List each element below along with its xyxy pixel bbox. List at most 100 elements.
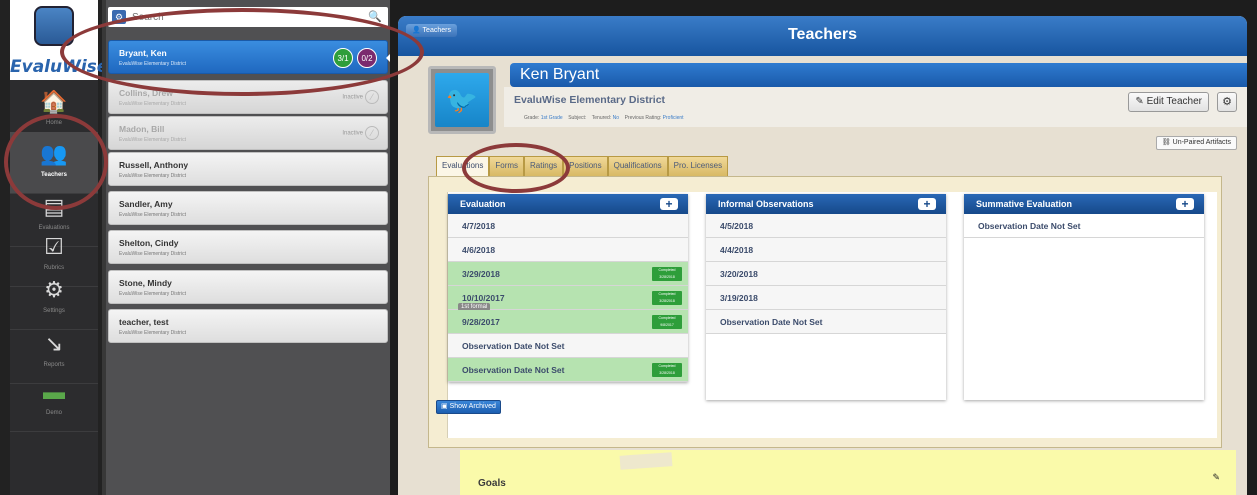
nav-label: Home (45, 120, 62, 126)
nav-label: Settings (43, 308, 65, 314)
evaluation-date: Observation Date Not Set (462, 365, 565, 375)
unpaired-artifacts-button[interactable]: ⛓ Un-Paired Artifacts (1155, 136, 1237, 150)
evaluation-date: 10/10/2017 (462, 293, 505, 303)
teacher-row-collins[interactable]: Collins, Drew EvaluWise Elementary Distr… (108, 80, 388, 114)
pencil-icon: ✎ (1135, 96, 1144, 107)
nav-item-settings[interactable]: ⚙ Settings (10, 268, 98, 330)
evaluation-date: 3/29/2018 (462, 269, 500, 279)
teacher-district: EvaluWise Elementary District (119, 61, 186, 67)
gear-icon: ⚙ (1222, 96, 1232, 108)
add-observation-button[interactable]: + (918, 198, 936, 210)
inactive-icon: ⁄ (365, 126, 379, 140)
inactive-label: Inactive (342, 94, 363, 101)
add-summative-button[interactable]: + (1176, 198, 1194, 210)
evaluation-row[interactable]: 9/28/2017 Completed 9/8/2017 (448, 310, 688, 334)
teacher-name: teacher, test (119, 317, 169, 327)
teacher-row-madon[interactable]: Madon, Bill EvaluWise Elementary Distric… (108, 116, 388, 150)
evaluation-row[interactable]: 10/10/2017 1st formal Completed 3/28/2018 (448, 286, 688, 311)
settings-button[interactable]: ⚙ (1217, 92, 1237, 112)
nav-item-demo[interactable]: ▬ Demo (10, 370, 98, 432)
search-icon[interactable]: 🔍 (368, 10, 382, 23)
tenured-label: Tenured: (591, 115, 612, 121)
observation-date: 4/5/2018 (720, 221, 754, 231)
teacher-row-stone[interactable]: Stone, Mindy EvaluWise Elementary Distri… (108, 270, 388, 304)
inactive-tag: Inactive ⁄ (342, 90, 379, 104)
teacher-name: Russell, Anthony (119, 160, 189, 170)
tab-ratings[interactable]: Ratings (524, 156, 564, 176)
teachers-icon: 👥 (40, 141, 68, 166)
show-archived-button[interactable]: ▣ Show Archived (436, 400, 501, 414)
teacher-row-test[interactable]: teacher, test EvaluWise Elementary Distr… (108, 309, 388, 343)
column-title: Informal Observations (718, 199, 814, 209)
rubrics-icon: ☑ (44, 234, 64, 259)
teacher-district: EvaluWise Elementary District (119, 137, 186, 143)
reports-icon: ↘ (44, 331, 64, 356)
teacher-district: EvaluWise Elementary District (119, 291, 186, 297)
pencil-icon[interactable]: ✎ (1212, 472, 1220, 483)
tab-evaluations[interactable]: Evaluations (436, 156, 490, 176)
nav-label: Teachers (41, 172, 67, 178)
evaluation-row[interactable]: 3/29/2018 Completed 3/28/2018 (448, 262, 688, 286)
show-archived-label: Show Archived (449, 403, 496, 410)
tab-positions[interactable]: Positions (563, 156, 608, 176)
evaluation-row[interactable]: 4/7/2018 (448, 214, 688, 238)
inactive-tag: Inactive ⁄ (342, 126, 379, 140)
tab-content: Evaluation + 4/7/2018 4/6/2018 3/29/2018 C… (428, 176, 1222, 448)
observation-row[interactable]: 4/5/2018 (706, 214, 946, 238)
teacher-district: EvaluWise Elementary District (119, 251, 186, 257)
bird-icon: 🐦 (435, 73, 489, 127)
summative-date: Observation Date Not Set (978, 221, 1081, 231)
evaluation-date: 4/6/2018 (462, 245, 496, 255)
observation-row[interactable]: Observation Date Not Set (706, 310, 946, 334)
status-badge: 3/1 (333, 48, 353, 68)
teacher-name: Stone, Mindy (119, 278, 172, 288)
tenured-value: No (612, 115, 620, 121)
tab-forms[interactable]: Forms (489, 156, 525, 176)
evaluation-column: Evaluation + 4/7/2018 4/6/2018 3/29/2018 C… (448, 194, 688, 382)
completed-badge: Completed 3/28/2018 (652, 363, 682, 377)
archive-icon: ▣ (441, 403, 448, 410)
home-icon: 🏠 (40, 89, 68, 114)
grade-label: Grade: (524, 115, 540, 121)
tab-pro-licenses[interactable]: Pro. Licenses (667, 156, 729, 176)
evaluation-row[interactable]: Observation Date Not Set Completed 3/28/2… (448, 358, 688, 382)
evaluations-icon: ▤ (43, 194, 65, 219)
gear-icon[interactable]: ⚙ (112, 10, 126, 24)
tab-qualifications[interactable]: Qualifications (607, 156, 668, 176)
completed-badge: Completed 3/28/2018 (652, 291, 682, 305)
logo: EvaluWise (10, 0, 108, 80)
teacher-row-russell[interactable]: Russell, Anthony EvaluWise Elementary Di… (108, 152, 388, 186)
column-header: Summative Evaluation + (964, 194, 1204, 214)
evaluation-row[interactable]: 4/6/2018 (448, 238, 688, 262)
teacher-detail-panel: 👤 Teachers Teachers 🐦 Ken Bryant EvaluWi… (398, 16, 1247, 495)
observation-row[interactable]: 3/20/2018 (706, 262, 946, 286)
column-title: Evaluation (460, 199, 506, 209)
add-evaluation-button[interactable]: + (660, 198, 678, 210)
evaluation-row[interactable]: Observation Date Not Set (448, 334, 688, 358)
status-badge: 0/2 (357, 48, 377, 68)
rating-label: Previous Rating: (624, 115, 662, 121)
observation-date: 4/4/2018 (720, 245, 754, 255)
edit-label: Edit Teacher (1146, 96, 1202, 107)
nav-label: Demo (45, 410, 62, 416)
teacher-name: Madon, Bill (119, 124, 165, 134)
teacher-row-bryant[interactable]: Bryant, Ken EvaluWise Elementary Distric… (108, 40, 393, 74)
search-input[interactable] (132, 9, 352, 25)
tab-bar: Evaluations Forms Ratings Positions Qualific… (436, 156, 729, 176)
teacher-name: Sandler, Amy (119, 199, 173, 209)
teacher-row-sandler[interactable]: Sandler, Amy EvaluWise Elementary Distri… (108, 191, 388, 225)
inactive-icon: ⁄ (365, 90, 379, 104)
teacher-meta: Grade: 1st Grade Subject: Tenured: No Pr… (524, 115, 684, 121)
observation-date: Observation Date Not Set (720, 317, 823, 327)
observation-row[interactable]: 4/4/2018 (706, 238, 946, 262)
edit-teacher-button[interactable]: ✎ Edit Teacher (1128, 92, 1209, 112)
nav-label: Reports (43, 362, 65, 368)
teacher-row-shelton[interactable]: Shelton, Cindy EvaluWise Elementary Dist… (108, 230, 388, 264)
teacher-name-bar: Ken Bryant (510, 63, 1247, 87)
summative-row[interactable]: Observation Date Not Set (964, 214, 1204, 238)
app-window: EvaluWise 🏠 Home 👥 Teachers ▤ Evaluation… (0, 0, 1257, 495)
main-area: 👤 Teachers Teachers 🐦 Ken Bryant EvaluWi… (390, 0, 1257, 495)
completed-badge: Completed 9/8/2017 (652, 315, 682, 329)
goals-label: Goals (478, 478, 506, 489)
observation-row[interactable]: 3/19/2018 (706, 286, 946, 310)
